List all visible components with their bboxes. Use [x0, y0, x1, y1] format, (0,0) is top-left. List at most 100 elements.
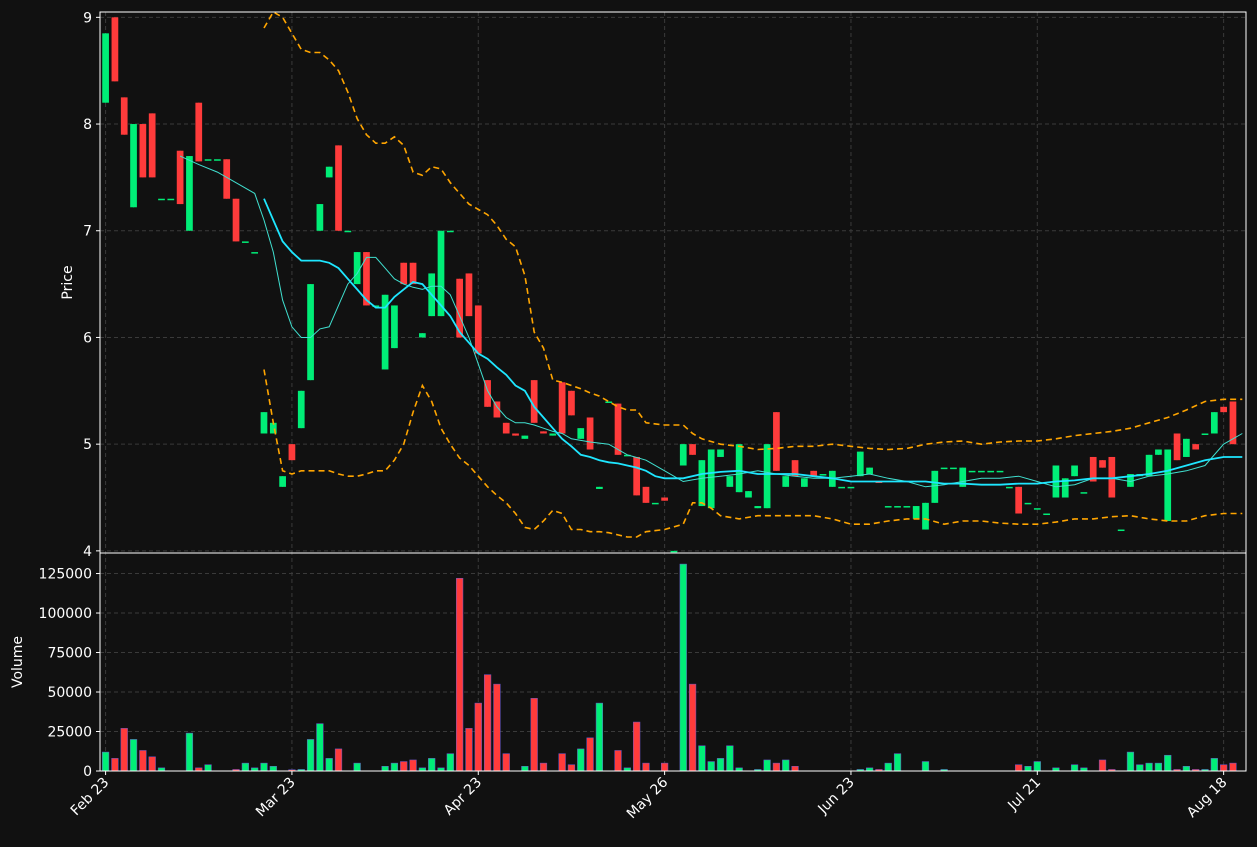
volume-bar-up	[1154, 762, 1163, 772]
volume-bar-up	[325, 758, 333, 772]
candle-up	[158, 198, 165, 201]
candle-down	[1192, 444, 1200, 450]
candle-down	[540, 431, 547, 434]
volume-bar-up	[185, 732, 194, 772]
candle-down	[148, 113, 156, 178]
candle-up	[1155, 449, 1162, 455]
volume-bar-up	[1070, 764, 1079, 772]
candle-up	[884, 506, 892, 508]
candle-up	[717, 449, 724, 457]
candle-up	[698, 460, 706, 507]
candle-up	[102, 33, 109, 103]
candle-down	[195, 102, 203, 162]
candle-up	[214, 159, 221, 161]
candle-up	[167, 198, 175, 201]
candle-up	[670, 550, 678, 553]
candle-down	[661, 497, 668, 501]
candle-down	[176, 150, 184, 205]
candle-up	[847, 486, 855, 489]
volume-bar-up	[707, 761, 715, 772]
volume-bar-down	[334, 748, 343, 772]
candle-up	[838, 486, 845, 489]
candle-down	[614, 403, 622, 455]
candle-up	[726, 476, 734, 487]
volume-bar-down	[530, 698, 538, 772]
volume-bar-up	[269, 766, 277, 772]
candle-up	[978, 470, 985, 473]
volume-bar-up	[204, 764, 212, 772]
volume-bar-up	[390, 762, 399, 772]
price-tick-label: 5	[83, 437, 92, 453]
candle-up	[940, 467, 948, 470]
volume-bar-down	[791, 766, 799, 772]
volume-bar-up	[306, 739, 315, 772]
volume-bar-up	[1145, 762, 1153, 772]
volume-tick-label: 50000	[47, 685, 92, 701]
candle-down	[139, 124, 147, 178]
candle-up	[819, 474, 827, 476]
volume-bar-down	[633, 721, 641, 772]
candle-down	[512, 433, 519, 436]
candle-up	[419, 333, 426, 338]
candle-up	[344, 230, 352, 233]
candle-up	[307, 284, 314, 381]
candle-up	[950, 467, 957, 470]
candle-up	[521, 435, 529, 439]
volume-tick-label: 75000	[47, 646, 92, 662]
volume-bar-up	[1164, 754, 1172, 772]
candle-down	[1099, 460, 1106, 468]
candle-down	[409, 262, 417, 285]
candle-up	[1005, 486, 1013, 489]
candle-up	[1033, 508, 1041, 510]
volume-bar-up	[101, 751, 110, 772]
candle-up	[596, 486, 603, 489]
volume-bar-up	[428, 758, 436, 772]
candle-down	[633, 456, 641, 496]
volume-bar-down	[456, 578, 464, 772]
volume-bar-down	[772, 762, 781, 772]
volume-bar-down	[493, 683, 501, 772]
volume-bar-up	[381, 766, 389, 772]
volume-bar-up	[884, 762, 892, 772]
candle-up	[1117, 529, 1125, 532]
candle-up	[912, 506, 920, 519]
volume-bar-up	[782, 759, 790, 772]
candle-up	[735, 444, 743, 493]
volume-bar-up	[1182, 766, 1190, 772]
volume-bar-up	[1210, 758, 1218, 772]
candle-down	[111, 17, 119, 82]
candle-up	[1183, 438, 1190, 457]
candle-up	[325, 166, 333, 178]
candle-up	[391, 305, 398, 349]
candle-up	[186, 156, 193, 231]
candle-up	[577, 428, 585, 439]
volume-bar-down	[1098, 759, 1107, 772]
candle-up	[1164, 449, 1172, 521]
volume-bar-down	[148, 756, 156, 772]
candle-up	[353, 252, 361, 285]
volume-bar-up	[316, 723, 324, 772]
volume-tick-label: 0	[83, 764, 92, 780]
candle-up	[903, 506, 911, 508]
candle-up	[968, 470, 976, 473]
candle-up	[763, 444, 771, 509]
candle-up	[1210, 412, 1218, 434]
volume-bar-up	[260, 762, 268, 772]
candle-down	[474, 305, 482, 354]
volume-bar-up	[241, 762, 249, 772]
candle-up	[1080, 492, 1088, 494]
candle-up	[931, 470, 939, 503]
chart-background	[0, 0, 1257, 843]
candle-up	[241, 241, 249, 243]
volume-bar-up	[129, 739, 138, 772]
volume-bar-down	[483, 674, 492, 772]
volume-bar-down	[642, 762, 650, 772]
volume-bar-down	[586, 737, 594, 772]
volume-bar-up	[521, 766, 529, 772]
candle-up	[260, 412, 268, 434]
price-tick-label: 8	[83, 117, 92, 133]
volume-bar-down	[1015, 764, 1023, 772]
candle-down	[335, 145, 342, 231]
price-tick-label: 9	[83, 10, 92, 26]
price-tick-label: 6	[83, 330, 92, 346]
